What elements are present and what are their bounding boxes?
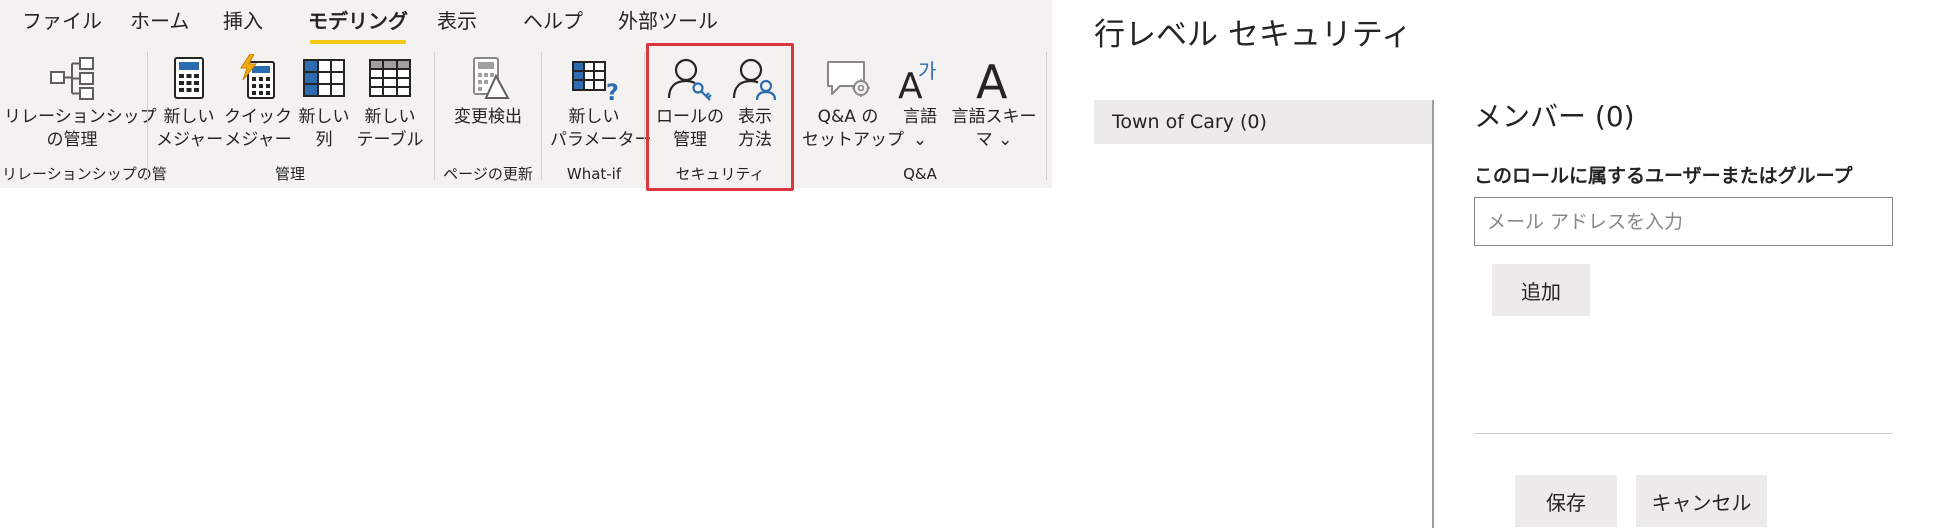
add-member-button[interactable]: 追加 [1492,264,1590,316]
svg-text:A: A [976,55,1008,102]
security-group-highlight [646,43,794,191]
save-button[interactable]: 保存 [1515,475,1617,527]
new-column-label-1: 新しい [298,107,350,127]
new-table-icon [369,59,411,97]
language-button[interactable]: A 가 言語 ⌄ [894,50,946,158]
manage-relationships-button[interactable]: リレーションシップ の管理 [4,50,157,158]
new-measure-label-1: 新しい [163,107,215,127]
manage-relationships-label-2: の管理 [46,130,98,150]
qa-setup-label-1: Q&A の [817,107,879,127]
qa-chat-icon [827,61,870,97]
members-title: メンバー (0) [1474,100,1635,133]
new-table-button[interactable]: 新しい テーブル [356,50,424,158]
calculator-icon [174,57,204,99]
what-if-parameter-icon: ? [572,61,618,102]
new-parameter-label-2: パラメーター [550,130,652,150]
qa-setup-button[interactable]: Q&A の セットアップ [802,50,904,158]
linguistic-schema-button[interactable]: A 言語スキー マ ⌄ [950,50,1038,158]
ribbon: ファイル ホーム 挿入 モデリング 表示 ヘルプ 外部ツール リレーションシップ… [0,0,1052,191]
cancel-button[interactable]: キャンセル [1636,475,1767,527]
tab-file[interactable]: ファイル [22,8,102,34]
ribbon-separator [147,52,148,180]
new-measure-label-2: メジャー [156,130,224,150]
members-subtitle: このロールに属するユーザーまたはグループ [1474,165,1853,187]
svg-text:가: 가 [918,59,936,83]
linguistic-schema-icon: A [976,55,1008,102]
new-column-label-2: 列 [315,130,333,150]
tab-insert[interactable]: 挿入 [223,8,263,34]
group-label-calculations: 管理 [274,165,305,183]
email-input[interactable] [1474,197,1893,246]
new-column-icon [303,59,345,97]
ribbon-separator [644,52,645,180]
dialog-title: 行レベル セキュリティ [1094,17,1412,53]
ribbon-separator [434,52,435,180]
quick-measure-label-2: メジャー [224,130,292,150]
new-parameter-label-1: 新しい [568,107,620,127]
new-column-button[interactable]: 新しい 列 [294,50,354,158]
qa-setup-label-2: セットアップ [802,130,904,150]
new-table-label-1: 新しい [364,107,416,127]
relationships-icon [50,57,94,100]
change-detection-button[interactable]: 変更検出 [442,50,534,158]
ribbon-separator [1046,52,1047,180]
tab-home[interactable]: ホーム [130,8,189,34]
quick-measure-button[interactable]: クイック メジャー [224,50,292,158]
chevron-down-icon: ⌄ [912,130,928,150]
change-detection-label: 変更検出 [454,107,522,127]
language-label: 言語 [903,107,937,127]
new-table-label-2: テーブル [356,130,424,150]
tab-view[interactable]: 表示 [437,8,477,34]
divider [1474,433,1893,434]
linguistic-schema-label-2: マ ⌄ [975,130,1013,150]
tab-external-tools[interactable]: 外部ツール [618,8,718,34]
group-label-what-if: What-if [566,165,622,183]
group-label-page-refresh: ページの更新 [443,165,533,183]
tab-modeling[interactable]: モデリング [308,8,408,44]
change-detection-icon [473,57,510,99]
ribbon-tabs: ファイル ホーム 挿入 モデリング 表示 ヘルプ 外部ツール [0,0,1052,44]
new-measure-button[interactable]: 新しい メジャー [156,50,224,158]
new-parameter-button[interactable]: ? 新しい パラメーター [550,50,652,158]
svg-text:?: ? [606,81,618,102]
role-item[interactable]: Town of Cary (0) [1094,100,1432,144]
tab-help[interactable]: ヘルプ [523,8,583,34]
group-label-relationships: リレーションシップの管 [2,165,167,183]
quick-measure-label-1: クイック [224,107,292,127]
ribbon-separator [541,52,542,180]
manage-relationships-label-1: リレーションシップ [4,107,157,127]
pane-divider [1432,100,1434,528]
roles-list: Town of Cary (0) [1094,100,1432,144]
quick-measure-icon [240,54,275,99]
linguistic-schema-label-1: 言語スキー [951,107,1037,127]
language-icon: A 가 [898,59,936,102]
group-label-qa: Q&A [903,165,937,183]
